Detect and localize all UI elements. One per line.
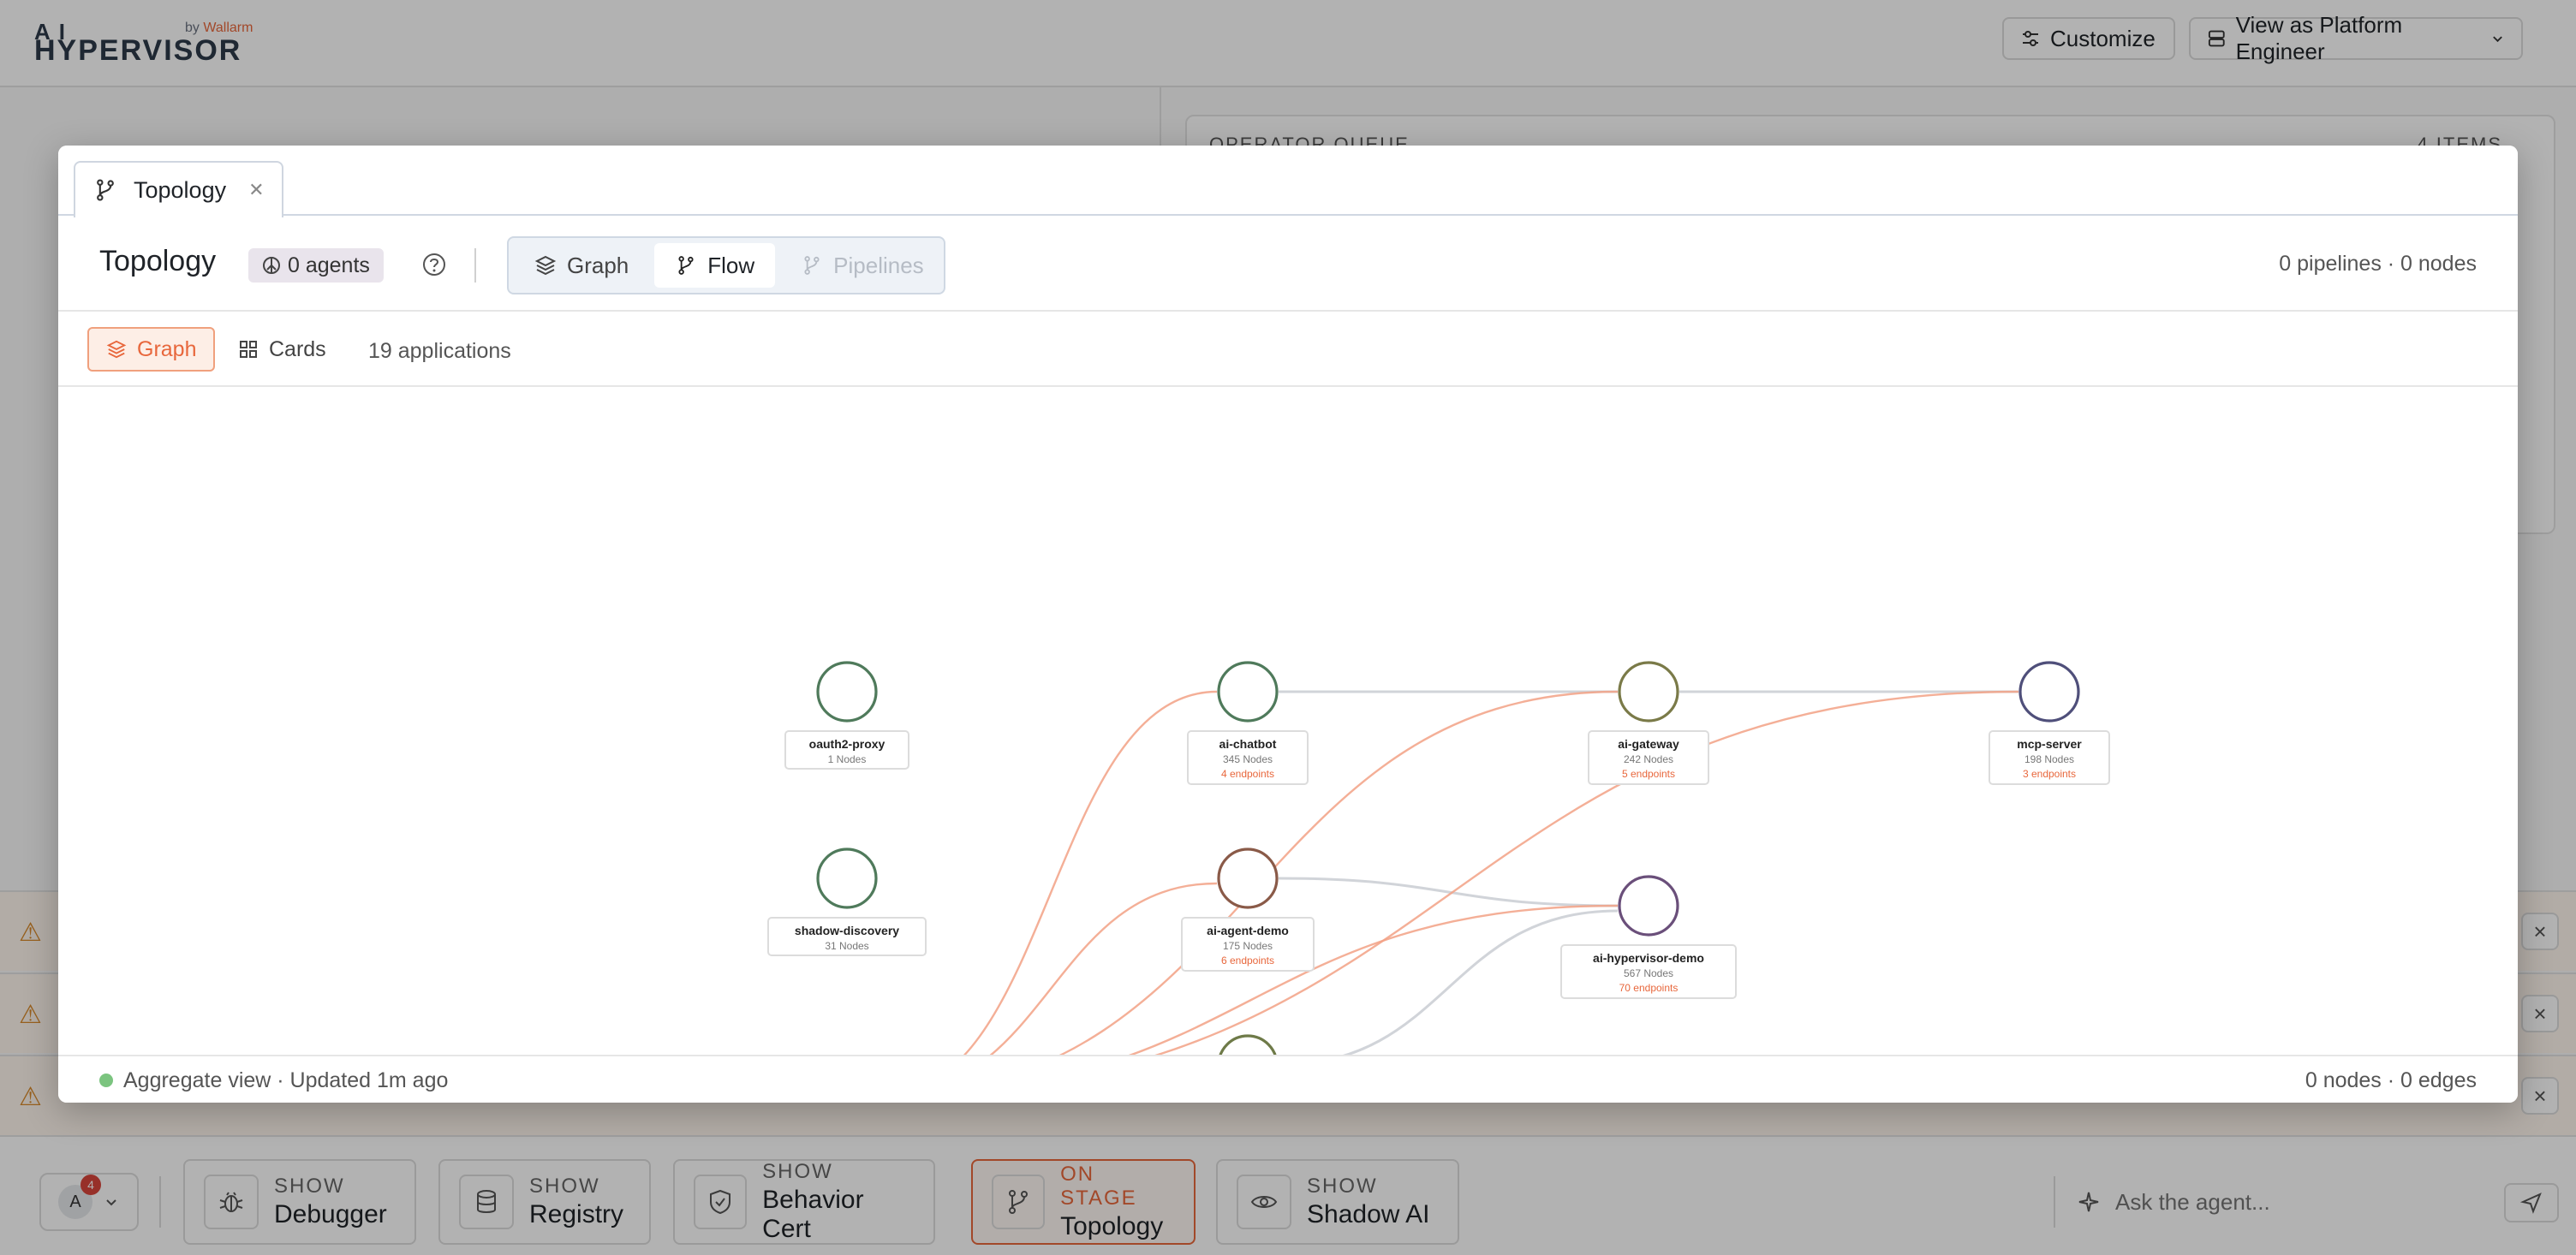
topology-node-oauth2-proxy[interactable]: oauth2-proxy 1 Nodes [784, 661, 909, 770]
node-count: 345 Nodes [1223, 753, 1273, 765]
topology-canvas[interactable]: oauth2-proxy 1 Nodes shadow-discovery 31 No… [58, 389, 2518, 1056]
sub-toolbar: Graph Cards 19 applications [58, 313, 2518, 387]
help-icon[interactable] [421, 252, 447, 277]
node-count: 175 Nodes [1223, 940, 1273, 952]
branch-icon [97, 179, 114, 201]
graph-mode-label: Graph [137, 336, 197, 361]
node-count: 198 Nodes [2024, 753, 2074, 765]
node-endpoints: 70 endpoints [1619, 982, 1679, 994]
layers-icon [106, 340, 127, 359]
tab-pipelines-label: Pipelines [833, 252, 924, 278]
topology-node-ai-hypervisor-demo[interactable]: ai-hypervisor-demo 567 Nodes 70 endpoints [1560, 875, 1737, 999]
status-dot [99, 1074, 113, 1087]
topology-node-mcp-server[interactable]: mcp-server 198 Nodes 3 endpoints [1989, 661, 2110, 785]
topology-header: Topology 0 agents Graph Flow Pipelines 0… [58, 217, 2518, 312]
tab-label: Topology [134, 176, 227, 203]
close-icon[interactable]: ✕ [248, 179, 264, 201]
node-count: 242 Nodes [1624, 753, 1673, 765]
modal-footer: Aggregate view · Updated 1m ago 0 nodes … [58, 1055, 2518, 1103]
topology-node-curltest-18561[interactable]: curltest-185614 Nodes3 endpoints [1178, 1034, 1318, 1056]
modal-tab-strip: Topology ✕ [58, 146, 2518, 217]
node-endpoints: 4 endpoints [1221, 768, 1274, 780]
flow-edge [1149, 690, 2019, 1056]
graph-mode-button[interactable]: Graph [87, 327, 216, 372]
node-count: 31 Nodes [825, 940, 868, 952]
grid-icon [240, 341, 257, 358]
tab-flow-label: Flow [707, 252, 755, 278]
page-title: Topology [99, 245, 217, 277]
topology-graph[interactable]: oauth2-proxy 1 Nodes shadow-discovery 31 No… [58, 389, 2518, 1056]
node-name: oauth2-proxy [809, 737, 886, 751]
header-divider [474, 248, 476, 283]
topology-node-shadow-discovery[interactable]: shadow-discovery 31 Nodes [767, 848, 927, 956]
node-name: shadow-discovery [795, 924, 899, 937]
node-edge-count: 0 nodes · 0 edges [2305, 1068, 2477, 1092]
branch-icon [678, 256, 694, 275]
flow-edge [961, 690, 1218, 1056]
node-endpoints: 6 endpoints [1221, 955, 1274, 967]
node-name: ai-gateway [1618, 737, 1679, 751]
tab-graph-label: Graph [567, 252, 629, 278]
cards-mode-label: Cards [269, 336, 326, 361]
agents-badge: 0 agents [248, 248, 384, 283]
cards-mode-button[interactable]: Cards [221, 327, 343, 372]
branch-icon [804, 256, 820, 275]
node-endpoints: 3 endpoints [2023, 768, 2076, 780]
view-mode-switch: Graph Flow Pipelines [507, 236, 945, 294]
service-link [1278, 877, 1619, 907]
topology-modal: Topology ✕ Topology 0 agents Graph Flow … [58, 146, 2518, 1103]
tab-topology[interactable]: Topology ✕ [74, 161, 283, 217]
topology-node-ai-agent-demo[interactable]: ai-agent-demo 175 Nodes 6 endpoints [1181, 848, 1315, 972]
node-endpoints: 5 endpoints [1622, 768, 1675, 780]
topology-node-ai-chatbot[interactable]: ai-chatbot 345 Nodes 4 endpoints [1187, 661, 1309, 785]
applications-count: 19 applications [368, 339, 511, 363]
tab-pipelines-view[interactable]: Pipelines [780, 243, 945, 288]
node-name: ai-agent-demo [1207, 924, 1289, 937]
agent-icon [263, 257, 280, 274]
node-count: 567 Nodes [1624, 967, 1673, 979]
node-name: mcp-server [2017, 737, 2082, 751]
node-count: 1 Nodes [828, 753, 867, 765]
topology-node-ai-gateway[interactable]: ai-gateway 242 Nodes 5 endpoints [1588, 661, 1709, 785]
node-name: ai-chatbot [1219, 737, 1277, 751]
layers-icon [534, 255, 557, 276]
flow-edge [987, 882, 1218, 1056]
aggregate-status-text: Aggregate view · Updated 1m ago [123, 1068, 449, 1092]
pipelines-summary: 0 pipelines · 0 nodes [2279, 252, 2477, 276]
agents-count: 0 agents [288, 253, 370, 277]
node-name: ai-hypervisor-demo [1593, 951, 1704, 965]
tab-graph-view[interactable]: Graph [514, 243, 649, 288]
tab-flow-view[interactable]: Flow [654, 243, 776, 288]
